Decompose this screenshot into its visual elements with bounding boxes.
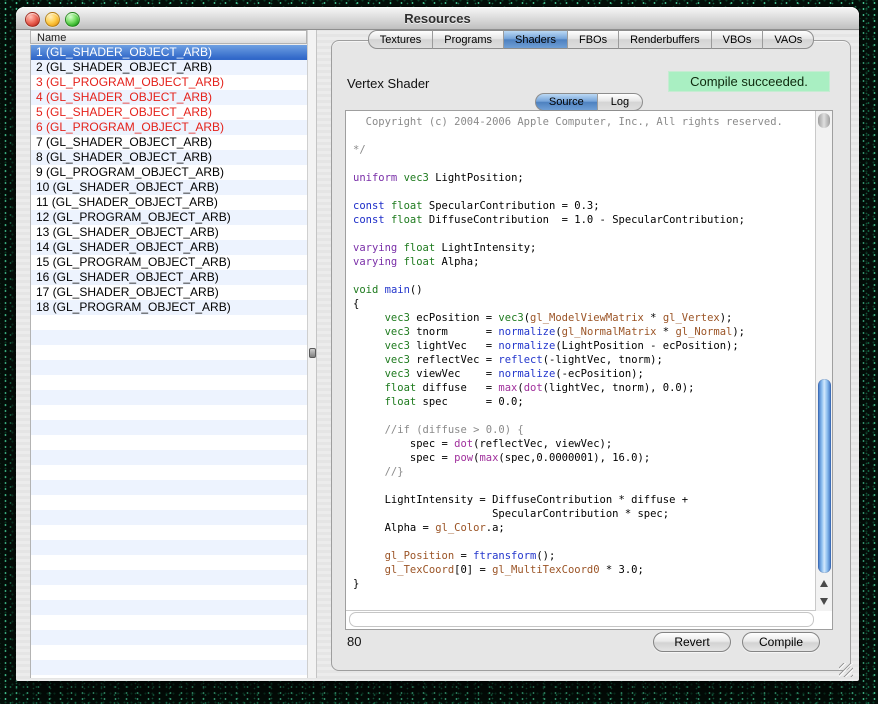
list-item[interactable]: 17 (GL_SHADER_OBJECT_ARB) [31, 285, 307, 300]
list-item[interactable]: 7 (GL_SHADER_OBJECT_ARB) [31, 135, 307, 150]
scroll-down-button[interactable] [816, 593, 832, 611]
list-item[interactable]: 3 (GL_PROGRAM_OBJECT_ARB) [31, 75, 307, 90]
list-item[interactable]: 6 (GL_PROGRAM_OBJECT_ARB) [31, 120, 307, 135]
list-item[interactable]: 15 (GL_PROGRAM_OBJECT_ARB) [31, 255, 307, 270]
resource-list[interactable]: 1 (GL_SHADER_OBJECT_ARB)2 (GL_SHADER_OBJ… [30, 45, 307, 678]
code-line: vec3 reflectVec = reflect(-lightVec, tno… [353, 353, 815, 367]
horizontal-scrollbar-track[interactable] [349, 612, 814, 627]
code-text-area[interactable]: Copyright (c) 2004-2006 Apple Computer, … [346, 111, 816, 611]
shader-source-editor[interactable]: Copyright (c) 2004-2006 Apple Computer, … [345, 110, 833, 630]
tab-textures[interactable]: Textures [368, 30, 433, 49]
list-item[interactable]: 13 (GL_SHADER_OBJECT_ARB) [31, 225, 307, 240]
code-line: vec3 lightVec = normalize(LightPosition … [353, 339, 815, 353]
subtab-source[interactable]: Source [535, 93, 597, 111]
code-line: varying float Alpha; [353, 255, 815, 269]
scrollbar-thumb[interactable] [818, 379, 831, 573]
tab-shaders[interactable]: Shaders [503, 30, 567, 49]
list-item[interactable]: 11 (GL_SHADER_OBJECT_ARB) [31, 195, 307, 210]
list-header-name[interactable]: Name [30, 30, 307, 44]
shader-id-label: 80 [347, 634, 361, 649]
code-line: vec3 tnorm = normalize(gl_NormalMatrix *… [353, 325, 815, 339]
down-arrow-icon [820, 598, 828, 605]
tab-programs[interactable]: Programs [432, 30, 503, 49]
code-line: vec3 viewVec = normalize(-ecPosition); [353, 367, 815, 381]
up-arrow-icon [820, 580, 828, 587]
tab-bar: TexturesProgramsShadersFBOsRenderbuffers… [331, 30, 851, 49]
compile-status-badge: Compile succeeded. [668, 71, 830, 92]
compile-button[interactable]: Compile [742, 632, 820, 652]
code-line: } [353, 577, 815, 591]
list-item[interactable]: 12 (GL_PROGRAM_OBJECT_ARB) [31, 210, 307, 225]
code-line: //if (diffuse > 0.0) { [353, 423, 815, 437]
code-line [353, 129, 815, 143]
tab-fbos[interactable]: FBOs [567, 30, 618, 49]
code-line: gl_Position = ftransform(); [353, 549, 815, 563]
revert-button[interactable]: Revert [653, 632, 731, 652]
code-line: uniform vec3 LightPosition; [353, 171, 815, 185]
code-line [353, 227, 815, 241]
code-line: LightIntensity = DiffuseContribution * d… [353, 493, 815, 507]
list-item[interactable]: 10 (GL_SHADER_OBJECT_ARB) [31, 180, 307, 195]
list-item[interactable]: 4 (GL_SHADER_OBJECT_ARB) [31, 90, 307, 105]
vertical-scrollbar[interactable] [816, 111, 832, 611]
code-line: gl_TexCoord[0] = gl_MultiTexCoord0 * 3.0… [353, 563, 815, 577]
title-bar[interactable]: Resources [16, 7, 859, 30]
code-line [353, 157, 815, 171]
code-line [353, 409, 815, 423]
list-item[interactable]: 5 (GL_SHADER_OBJECT_ARB) [31, 105, 307, 120]
tab-renderbuffers[interactable]: Renderbuffers [618, 30, 711, 49]
list-item[interactable]: 8 (GL_SHADER_OBJECT_ARB) [31, 150, 307, 165]
subtab-log[interactable]: Log [597, 93, 643, 111]
code-line [353, 185, 815, 199]
source-log-tab-bar: SourceLog [345, 93, 833, 111]
code-line: const float SpecularContribution = 0.3; [353, 199, 815, 213]
window-title: Resources [16, 11, 859, 26]
code-line: Alpha = gl_Color.a; [353, 521, 815, 535]
code-line: spec = dot(reflectVec, viewVec); [353, 437, 815, 451]
list-item[interactable]: 9 (GL_PROGRAM_OBJECT_ARB) [31, 165, 307, 180]
code-line: void main() [353, 283, 815, 297]
list-item[interactable]: 2 (GL_SHADER_OBJECT_ARB) [31, 60, 307, 75]
resize-grip[interactable] [839, 663, 853, 677]
code-line: const float DiffuseContribution = 1.0 - … [353, 213, 815, 227]
scrollbar-top-cap [818, 113, 830, 128]
code-line: spec = pow(max(spec,0.0000001), 16.0); [353, 451, 815, 465]
code-line: vec3 ecPosition = vec3(gl_ModelViewMatri… [353, 311, 815, 325]
code-line: varying float LightIntensity; [353, 241, 815, 255]
code-line: float diffuse = max(dot(lightVec, tnorm)… [353, 381, 815, 395]
code-line: float spec = 0.0; [353, 395, 815, 409]
scroll-up-button[interactable] [816, 575, 832, 593]
list-scroller-thumb[interactable] [309, 348, 316, 358]
tab-vaos[interactable]: VAOs [762, 30, 814, 49]
code-line: //} [353, 465, 815, 479]
resources-window: Resources Name 1 (GL_SHADER_OBJECT_ARB)2… [16, 7, 859, 681]
code-line: */ [353, 143, 815, 157]
code-line: { [353, 297, 815, 311]
list-item[interactable]: 1 (GL_SHADER_OBJECT_ARB) [31, 45, 307, 60]
code-line [353, 479, 815, 493]
list-item[interactable]: 18 (GL_PROGRAM_OBJECT_ARB) [31, 300, 307, 315]
code-line: SpecularContribution * spec; [353, 507, 815, 521]
list-item[interactable]: 16 (GL_SHADER_OBJECT_ARB) [31, 270, 307, 285]
code-line [353, 535, 815, 549]
code-line: Copyright (c) 2004-2006 Apple Computer, … [353, 115, 815, 129]
tab-vbos[interactable]: VBOs [711, 30, 763, 49]
list-item[interactable]: 14 (GL_SHADER_OBJECT_ARB) [31, 240, 307, 255]
code-line [353, 269, 815, 283]
shader-type-label: Vertex Shader [347, 76, 429, 91]
